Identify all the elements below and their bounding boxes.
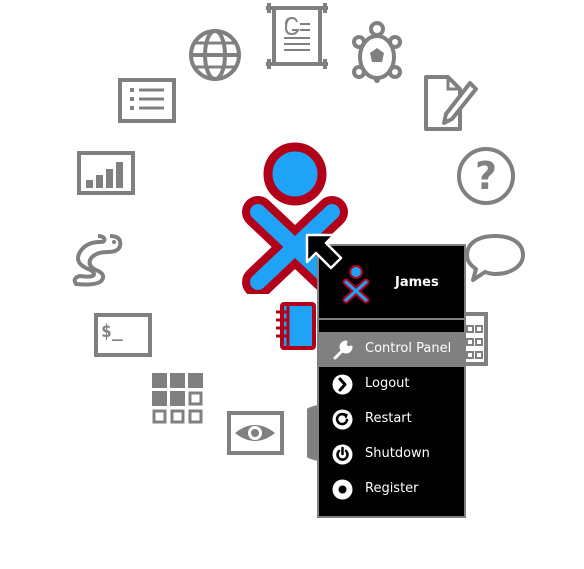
bar-chart-icon[interactable] (76, 150, 136, 196)
menu-item-label: Shutdown (365, 446, 430, 461)
journal-icon[interactable] (272, 300, 318, 356)
logout-arrow-icon (332, 374, 353, 395)
help-icon[interactable]: ? (455, 145, 517, 207)
list-icon[interactable] (117, 77, 177, 125)
user-name: James (395, 275, 439, 290)
eye-icon[interactable] (227, 411, 285, 455)
browse-globe-icon[interactable] (187, 27, 243, 83)
xo-avatar-icon (341, 264, 371, 308)
mouse-cursor-icon (304, 232, 344, 276)
menu-item-control-panel[interactable]: Control Panel (319, 332, 464, 367)
pencil-note-icon[interactable] (420, 73, 480, 133)
terminal-icon[interactable]: $_ (93, 312, 153, 358)
svg-text:?: ? (475, 154, 497, 198)
snake-icon[interactable] (70, 230, 126, 288)
menu-item-shutdown[interactable]: Shutdown (319, 437, 464, 472)
menu-item-register[interactable]: Register (319, 472, 464, 507)
menu-item-restart[interactable]: Restart (319, 402, 464, 437)
menu-item-label: Control Panel (365, 341, 452, 356)
menu-item-label: Logout (365, 376, 410, 391)
terminal-prompt: $_ (101, 321, 123, 342)
power-icon (332, 444, 353, 465)
wrench-icon (332, 339, 353, 360)
restart-icon (332, 409, 353, 430)
register-dot-icon (332, 479, 353, 500)
turtle-icon[interactable] (352, 20, 402, 84)
calculator-icon[interactable] (462, 312, 490, 366)
menu-item-logout[interactable]: Logout (319, 367, 464, 402)
write-document-icon[interactable] (264, 2, 330, 70)
speech-bubble-icon[interactable] (463, 232, 527, 284)
menu-item-label: Restart (365, 411, 412, 426)
memorize-grid-icon[interactable] (151, 372, 207, 428)
palette-separator (319, 318, 464, 320)
user-palette: James Control Panel Logout Restart Shutd… (317, 244, 466, 518)
menu-item-label: Register (365, 481, 419, 496)
